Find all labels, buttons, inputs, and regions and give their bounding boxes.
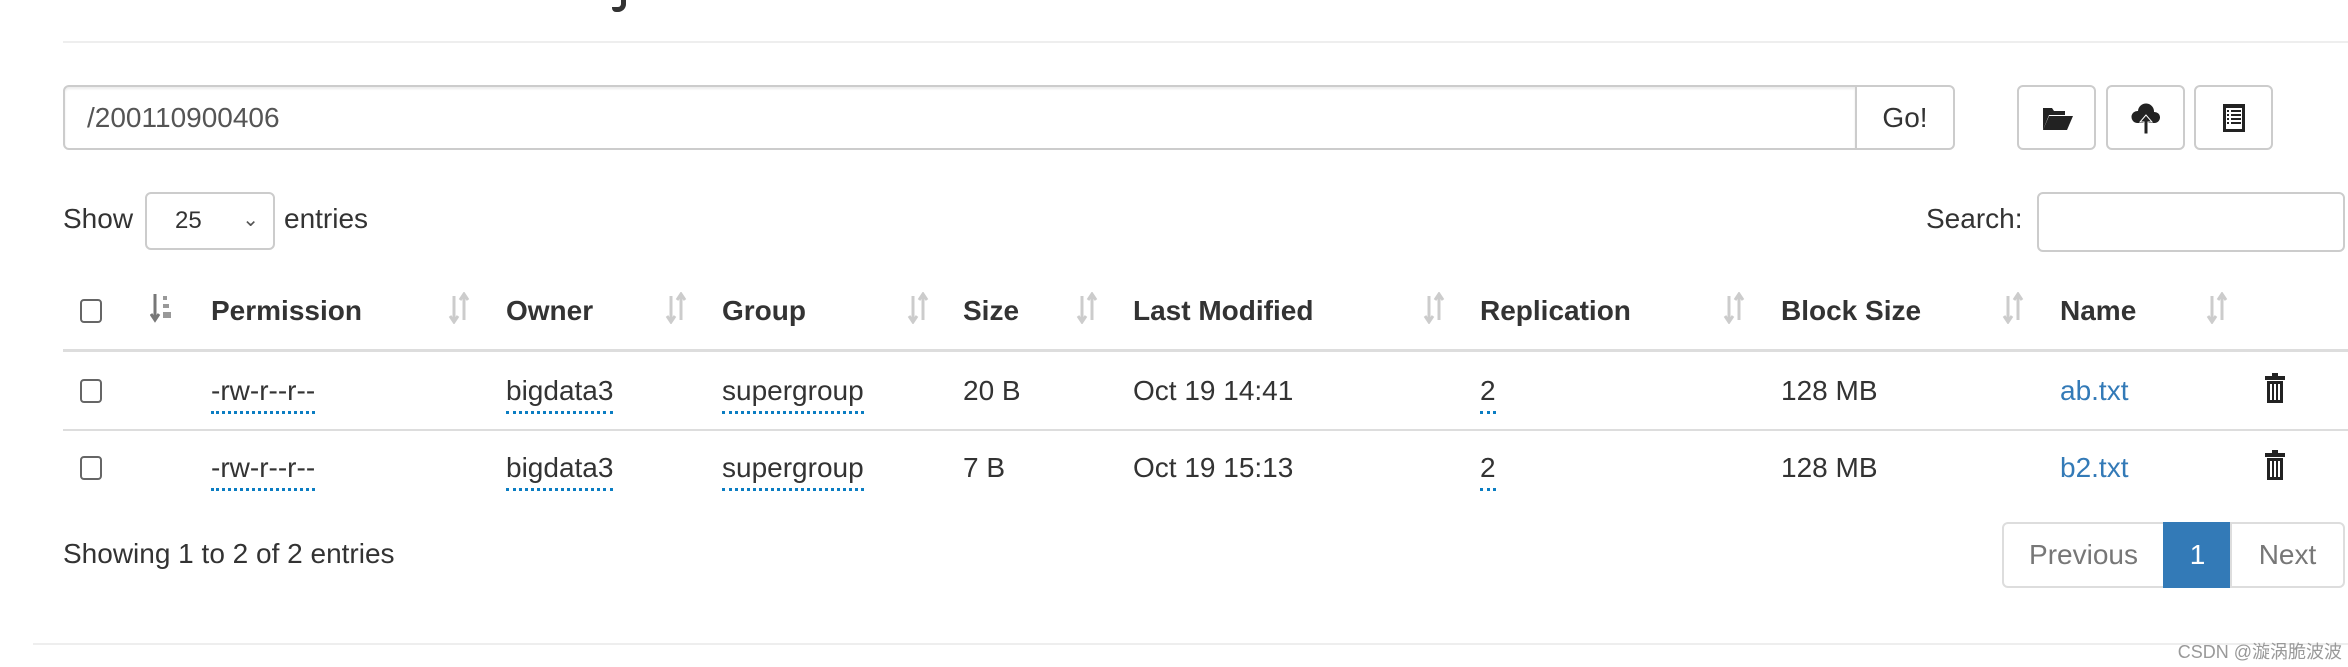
column-header-group[interactable]: Group — [722, 295, 806, 327]
pagination-next[interactable]: Next — [2230, 522, 2345, 588]
column-header-block-size[interactable]: Block Size — [1781, 295, 1921, 327]
block-size-cell: 128 MB — [1781, 452, 1878, 483]
trash-icon[interactable] — [2264, 372, 2286, 404]
create-directory-button[interactable] — [2017, 85, 2096, 150]
column-header-permission[interactable]: Permission — [211, 295, 362, 327]
sort-both-icon[interactable] — [1076, 292, 1098, 324]
file-name-link[interactable]: b2.txt — [2060, 450, 2128, 486]
search-input[interactable] — [2037, 192, 2345, 252]
replication-cell[interactable]: 2 — [1480, 373, 1496, 414]
column-header-last-modified[interactable]: Last Modified — [1133, 295, 1313, 327]
last-modified-cell: Oct 19 15:13 — [1133, 452, 1294, 483]
permission-cell[interactable]: -rw-r--r-- — [211, 450, 316, 491]
divider-bottom — [33, 643, 2348, 645]
sort-both-icon[interactable] — [2206, 292, 2228, 324]
column-header-size[interactable]: Size — [963, 295, 1019, 327]
sort-both-icon[interactable] — [448, 292, 470, 324]
watermark: CSDN @漩涡脆波波 — [2177, 642, 2342, 662]
sort-both-icon[interactable] — [907, 292, 929, 324]
sort-both-icon[interactable] — [2002, 292, 2024, 324]
column-header-owner[interactable]: Owner — [506, 295, 593, 327]
sort-both-icon[interactable] — [665, 292, 687, 324]
cut-paste-button[interactable] — [2194, 85, 2273, 150]
owner-cell[interactable]: bigdata3 — [506, 373, 614, 414]
entries-per-page-select[interactable]: 25 ⌄ — [145, 192, 275, 250]
replication-cell[interactable]: 2 — [1480, 450, 1496, 491]
row-checkbox[interactable] — [80, 379, 102, 403]
size-cell: 7 B — [963, 452, 1006, 483]
trash-icon[interactable] — [2264, 449, 2286, 481]
table-info: Showing 1 to 2 of 2 entries — [63, 538, 395, 569]
block-size-cell: 128 MB — [1781, 375, 1878, 406]
path-input[interactable] — [63, 85, 1857, 150]
entries-label: entries — [284, 203, 369, 234]
show-label: Show — [63, 203, 134, 234]
group-cell[interactable]: supergroup — [722, 450, 864, 491]
pagination-previous[interactable]: Previous — [2002, 522, 2165, 588]
search-label: Search: — [1926, 203, 2023, 234]
file-name-link[interactable]: ab.txt — [2060, 373, 2128, 409]
sort-both-icon[interactable] — [1723, 292, 1745, 324]
entries-per-page-value: 25 — [175, 207, 202, 234]
divider-top — [63, 41, 2348, 43]
folder-open-icon — [2042, 107, 2073, 130]
pagination-page-1[interactable]: 1 — [2163, 522, 2232, 588]
row-checkbox[interactable] — [80, 456, 102, 480]
chevron-down-icon: ⌄ — [242, 209, 259, 231]
page-title-fragment — [612, 0, 626, 12]
size-cell: 20 B — [963, 375, 1021, 406]
list-alt-icon — [2222, 103, 2245, 132]
owner-cell[interactable]: bigdata3 — [506, 450, 614, 491]
upload-button[interactable] — [2106, 85, 2185, 150]
last-modified-cell: Oct 19 14:41 — [1133, 375, 1294, 406]
group-cell[interactable]: supergroup — [722, 373, 864, 414]
permission-cell[interactable]: -rw-r--r-- — [211, 373, 316, 414]
sort-ascending-icon[interactable] — [150, 292, 172, 324]
column-header-name[interactable]: Name — [2060, 295, 2136, 327]
sort-both-icon[interactable] — [1423, 292, 1445, 324]
column-header-replication[interactable]: Replication — [1480, 295, 1631, 327]
select-all-checkbox[interactable] — [80, 299, 102, 323]
cloud-upload-icon — [2130, 102, 2160, 134]
go-button[interactable]: Go! — [1855, 85, 1955, 150]
